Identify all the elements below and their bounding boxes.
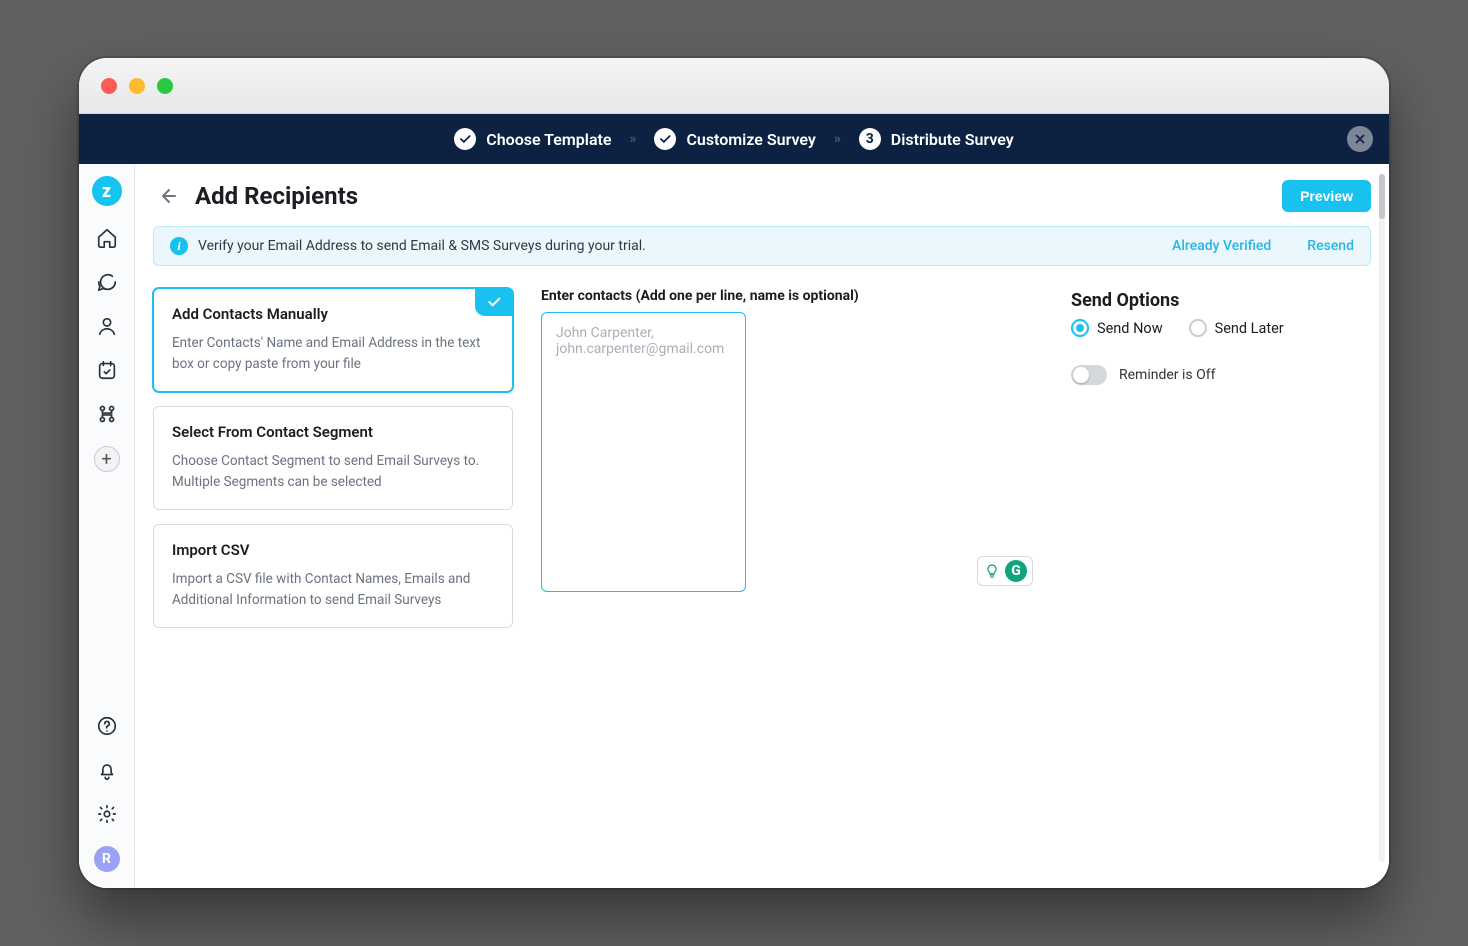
help-icon[interactable]: [95, 714, 119, 738]
option-desc: Enter Contacts' Name and Email Address i…: [172, 333, 494, 375]
app-window: Choose Template » Customize Survey » 3 D…: [79, 58, 1389, 888]
sidebar-nav: z +: [79, 164, 135, 888]
verify-email-alert: i Verify your Email Address to send Emai…: [153, 226, 1371, 266]
radio-label: Send Later: [1215, 320, 1284, 337]
user-avatar[interactable]: R: [94, 846, 120, 872]
window-minimize-icon[interactable]: [129, 78, 145, 94]
option-title: Select From Contact Segment: [172, 423, 494, 441]
back-button[interactable]: [153, 182, 181, 210]
content-columns: Add Contacts Manually Enter Contacts' Na…: [153, 288, 1371, 628]
radio-send-later[interactable]: Send Later: [1189, 319, 1284, 337]
contacts-label: Enter contacts (Add one per line, name i…: [541, 288, 1043, 304]
grammarly-icon[interactable]: G: [1005, 560, 1027, 582]
option-desc: Choose Contact Segment to send Email Sur…: [172, 451, 494, 493]
add-button[interactable]: +: [94, 446, 120, 472]
preview-button[interactable]: Preview: [1282, 180, 1371, 212]
already-verified-link[interactable]: Already Verified: [1172, 238, 1271, 254]
step-label: Choose Template: [486, 130, 611, 149]
step-label: Customize Survey: [686, 130, 815, 149]
step-customize-survey[interactable]: Customize Survey: [654, 128, 815, 150]
selected-check-icon: [475, 288, 513, 316]
chevron-right-icon: »: [630, 131, 637, 147]
option-add-manually[interactable]: Add Contacts Manually Enter Contacts' Na…: [153, 288, 513, 392]
bell-icon[interactable]: [95, 758, 119, 782]
contacts-textarea[interactable]: [541, 312, 746, 592]
main-content: Add Recipients Preview i Verify your Ema…: [135, 164, 1389, 888]
input-method-options: Add Contacts Manually Enter Contacts' Na…: [153, 288, 513, 628]
step-number-icon: 3: [859, 128, 881, 150]
app-body: z +: [79, 164, 1389, 888]
option-contact-segment[interactable]: Select From Contact Segment Choose Conta…: [153, 406, 513, 510]
step-label: Distribute Survey: [891, 130, 1014, 149]
scrollbar[interactable]: [1377, 164, 1387, 888]
info-icon: i: [170, 237, 188, 255]
reminder-label: Reminder is Off: [1119, 367, 1215, 383]
chevron-right-icon: »: [834, 131, 841, 147]
step-distribute-survey[interactable]: 3 Distribute Survey: [859, 128, 1014, 150]
wizard-stepper: Choose Template » Customize Survey » 3 D…: [79, 114, 1389, 164]
send-timing-radio-group: Send Now Send Later: [1071, 319, 1371, 337]
workflow-icon[interactable]: [95, 402, 119, 426]
radio-label: Send Now: [1097, 320, 1163, 337]
window-close-icon[interactable]: [101, 78, 117, 94]
page-header: Add Recipients Preview: [153, 180, 1371, 212]
radio-off-icon: [1189, 319, 1207, 337]
option-desc: Import a CSV file with Contact Names, Em…: [172, 569, 494, 611]
lightbulb-icon[interactable]: [983, 562, 1001, 580]
send-options-column: Send Options Send Now Send Later: [1071, 288, 1371, 385]
textarea-extension-badges: G: [977, 556, 1033, 586]
option-import-csv[interactable]: Import CSV Import a CSV file with Contac…: [153, 524, 513, 628]
radio-send-now[interactable]: Send Now: [1071, 319, 1163, 337]
contacts-entry-column: Enter contacts (Add one per line, name i…: [541, 288, 1043, 596]
step-choose-template[interactable]: Choose Template: [454, 128, 611, 150]
close-wizard-button[interactable]: [1347, 126, 1373, 152]
resend-link[interactable]: Resend: [1307, 238, 1354, 254]
user-icon[interactable]: [95, 314, 119, 338]
home-icon[interactable]: [95, 226, 119, 250]
gear-icon[interactable]: [95, 802, 119, 826]
page-title: Add Recipients: [195, 182, 358, 210]
send-options-heading: Send Options: [1071, 290, 1371, 311]
checkmark-icon: [454, 128, 476, 150]
reminder-toggle-row: Reminder is Off: [1071, 365, 1371, 385]
chat-icon[interactable]: [95, 270, 119, 294]
window-titlebar: [79, 58, 1389, 114]
checkmark-icon: [654, 128, 676, 150]
option-title: Add Contacts Manually: [172, 305, 494, 323]
reminder-toggle[interactable]: [1071, 365, 1107, 385]
radio-on-icon: [1071, 319, 1089, 337]
option-title: Import CSV: [172, 541, 494, 559]
calendar-icon[interactable]: [95, 358, 119, 382]
brand-logo-icon[interactable]: z: [92, 176, 122, 206]
window-zoom-icon[interactable]: [157, 78, 173, 94]
alert-text: Verify your Email Address to send Email …: [198, 238, 646, 254]
